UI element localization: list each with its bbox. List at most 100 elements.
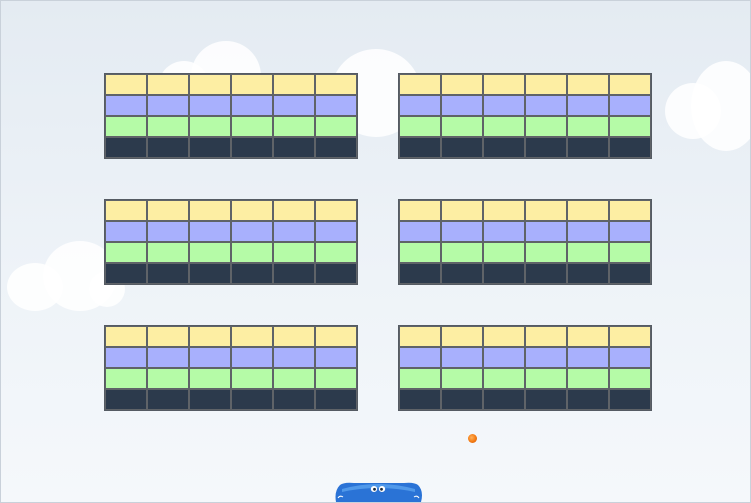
brick-group [104,199,358,285]
brick [273,347,315,368]
brick [231,368,273,389]
brick [525,116,567,137]
brick [231,389,273,410]
brick [105,368,147,389]
brick [609,116,651,137]
brick [105,242,147,263]
brick [441,137,483,158]
brick [189,74,231,95]
brick [441,116,483,137]
brick [567,368,609,389]
brick [189,263,231,284]
brick [315,200,357,221]
brick [273,368,315,389]
brick [399,116,441,137]
brick [483,95,525,116]
brick [567,242,609,263]
brick [567,137,609,158]
brick [315,326,357,347]
brick [525,74,567,95]
brick [273,95,315,116]
brick [147,389,189,410]
brick [609,74,651,95]
brick [609,368,651,389]
brick [609,221,651,242]
brick-group [398,73,652,159]
brick [147,74,189,95]
brick [441,389,483,410]
brick [399,368,441,389]
brick-group [398,325,652,411]
brick [273,242,315,263]
brick [525,389,567,410]
brick [567,263,609,284]
brick [273,137,315,158]
brick [105,263,147,284]
brick [315,116,357,137]
brick [483,368,525,389]
brick [525,368,567,389]
brick [525,200,567,221]
brick [189,95,231,116]
brick [273,263,315,284]
brick [567,200,609,221]
brick [483,116,525,137]
brick [483,347,525,368]
brick [609,326,651,347]
brick [483,221,525,242]
game-board[interactable] [0,0,751,503]
brick [609,242,651,263]
brick-group [104,325,358,411]
brick [441,95,483,116]
brick [231,74,273,95]
brick [273,116,315,137]
brick [567,389,609,410]
brick [441,242,483,263]
brick [231,326,273,347]
brick [273,389,315,410]
brick [273,326,315,347]
brick [189,326,231,347]
brick [231,221,273,242]
brick [231,242,273,263]
brick [147,326,189,347]
brick [483,242,525,263]
brick [231,200,273,221]
brick [567,221,609,242]
brick [189,221,231,242]
brick [525,242,567,263]
brick [315,263,357,284]
brick [105,116,147,137]
brick-group [398,199,652,285]
brick [189,137,231,158]
brick [567,347,609,368]
brick [273,74,315,95]
brick [525,137,567,158]
brick [147,200,189,221]
brick [147,137,189,158]
brick [399,326,441,347]
smiling-blob-paddle-icon [335,482,422,502]
brick [315,347,357,368]
brick [147,263,189,284]
ball-icon [468,434,477,443]
brick [525,326,567,347]
brick [399,389,441,410]
brick [609,389,651,410]
brick [525,347,567,368]
brick [105,347,147,368]
brick [105,221,147,242]
brick [399,263,441,284]
brick [441,221,483,242]
brick [525,95,567,116]
brick [567,116,609,137]
brick [189,347,231,368]
brick [399,74,441,95]
brick [315,368,357,389]
brick [441,263,483,284]
brick [567,326,609,347]
brick [399,221,441,242]
paddle[interactable] [334,481,423,502]
brick [147,116,189,137]
brick [399,347,441,368]
